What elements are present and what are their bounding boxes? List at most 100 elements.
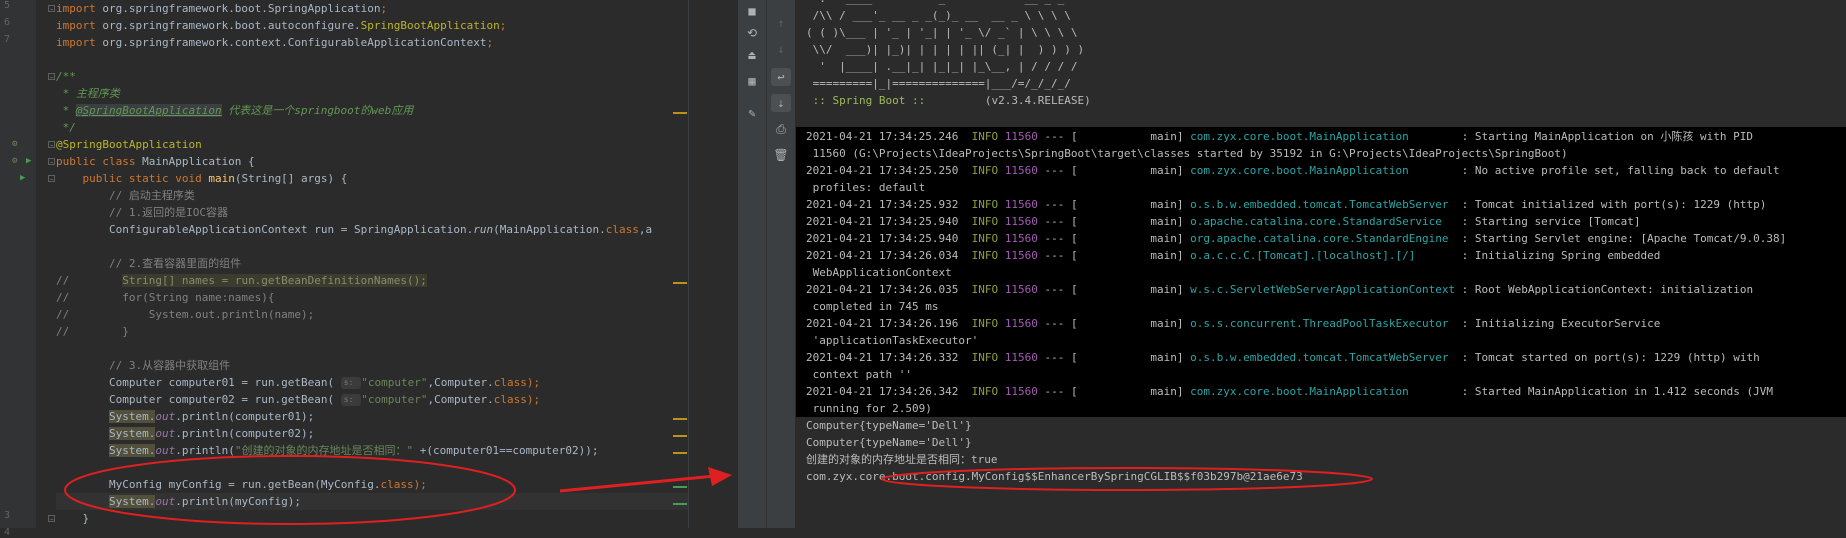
code-token: ;: [380, 2, 388, 15]
code-token: */: [56, 121, 76, 134]
spring-bean-icon[interactable]: ⚙: [12, 156, 17, 166]
code-line[interactable]: }: [56, 510, 688, 527]
log-logger: com.zyx.core.boot.MainApplication: [1190, 130, 1456, 143]
code-line[interactable]: // String[] names = run.getBeanDefinitio…: [56, 272, 688, 289]
trash-icon[interactable]: 🗑: [771, 146, 791, 164]
code-line[interactable]: [56, 51, 688, 68]
run-toolbar-left: ■ ⟲ ⏏ ▦ ✎: [738, 0, 767, 528]
fold-marker[interactable]: −: [48, 141, 55, 149]
log-level: INFO: [958, 317, 999, 330]
log-level: INFO: [958, 351, 999, 364]
log-timestamp: 2021-04-21 17:34:25.246: [806, 130, 959, 143]
code-line[interactable]: // System.out.println(name);: [56, 306, 688, 323]
code-line[interactable]: */: [56, 119, 688, 136]
code-line[interactable]: import org.springframework.context.Confi…: [56, 34, 688, 51]
code-line[interactable]: MyConfig myConfig = run.getBean(MyConfig…: [56, 476, 688, 493]
code-token: public class: [56, 155, 143, 168]
code-token: ,a: [638, 223, 653, 236]
log-message: : Initializing Spring embedded: [1455, 249, 1661, 262]
code-line[interactable]: System.out.println(computer02);: [56, 425, 688, 442]
fold-marker[interactable]: −: [48, 5, 55, 13]
spring-banner-line: . ____ _ __ _ _: [806, 0, 1064, 7]
code-line[interactable]: // }: [56, 323, 688, 340]
rerun-icon[interactable]: ⟲: [742, 24, 762, 42]
stop-icon[interactable]: ■: [742, 2, 762, 20]
scroll-to-end-icon[interactable]: ⇣: [771, 94, 791, 112]
pin-icon[interactable]: ✎: [742, 104, 762, 122]
code-token: );: [526, 376, 541, 389]
code-token: out: [155, 495, 176, 508]
code-line[interactable]: // 1.返回的是IOC容器: [56, 204, 688, 221]
code-line[interactable]: System.out.println(computer01);: [56, 408, 688, 425]
code-editor[interactable]: import org.springframework.boot.SpringAp…: [56, 0, 688, 528]
print-icon[interactable]: ⎙: [771, 120, 791, 138]
code-line[interactable]: import org.springframework.boot.SpringAp…: [56, 0, 688, 17]
line-number: 4: [3, 527, 10, 538]
code-token: // 3.从容器中获取组件: [56, 359, 231, 372]
log-timestamp: 2021-04-21 17:34:25.940: [806, 232, 959, 245]
log-timestamp: 2021-04-21 17:34:26.196: [806, 317, 959, 330]
info-marker: [673, 503, 687, 505]
log-line: 2021-04-21 17:34:25.246 INFO 11560 --- […: [806, 128, 1753, 145]
code-line[interactable]: // 3.从容器中获取组件: [56, 357, 688, 374]
down-arrow-icon[interactable]: ↓: [771, 40, 791, 58]
parameter-hint: s:: [340, 377, 362, 389]
warning-marker[interactable]: [673, 418, 687, 420]
code-token: ,Computer.: [427, 393, 494, 406]
error-stripe[interactable]: [688, 0, 738, 528]
fold-marker[interactable]: −: [48, 158, 55, 166]
code-line[interactable]: // for(String name:names){: [56, 289, 688, 306]
code-line[interactable]: import org.springframework.boot.autoconf…: [56, 17, 688, 34]
log-thread: --- [ main]: [1037, 351, 1191, 364]
code-line[interactable]: // 启动主程序类: [56, 187, 688, 204]
fold-marker[interactable]: −: [48, 175, 55, 183]
line-number: 5: [3, 0, 10, 11]
code-line[interactable]: /**: [56, 68, 688, 85]
log-message: : Starting service [Tomcat]: [1455, 215, 1641, 228]
code-line[interactable]: * @SpringBootApplication 代表这是一个springboo…: [56, 102, 688, 119]
code-token: .println(myConfig);: [175, 495, 302, 508]
code-line[interactable]: [56, 459, 688, 476]
log-message-continued: context path '': [806, 368, 912, 381]
warning-marker[interactable]: [673, 435, 687, 437]
log-level: INFO: [958, 249, 999, 262]
fold-marker[interactable]: −: [48, 515, 55, 523]
log-logger: com.zyx.core.boot.MainApplication: [1190, 164, 1456, 177]
run-gutter-icon[interactable]: ▶: [26, 156, 31, 166]
code-token: // 2.查看容器里面的组件: [56, 257, 242, 270]
code-line[interactable]: // 2.查看容器里面的组件: [56, 255, 688, 272]
code-token: // }: [56, 325, 129, 338]
banner-line: =========|_|==============|___/=/_/_/_/: [806, 77, 1071, 90]
layout-icon[interactable]: ▦: [742, 72, 762, 90]
code-line[interactable]: System.out.println("创建的对象的内存地址是否相同：" +(c…: [56, 442, 688, 459]
run-gutter-icon[interactable]: ▶: [20, 173, 25, 183]
warning-marker[interactable]: [673, 452, 687, 454]
code-line[interactable]: [56, 238, 688, 255]
exit-icon[interactable]: ⏏: [742, 46, 762, 64]
log-pid: 11560: [998, 249, 1038, 262]
up-arrow-icon[interactable]: ↑: [771, 14, 791, 32]
warning-marker[interactable]: [673, 282, 687, 284]
warning-marker[interactable]: [673, 112, 687, 114]
log-level: INFO: [958, 130, 999, 143]
code-line[interactable]: * 主程序类: [56, 85, 688, 102]
code-line[interactable]: Computer computer02 = run.getBean( s: "c…: [56, 391, 688, 408]
code-line[interactable]: System.out.println(myConfig);: [56, 493, 688, 510]
code-token: ;: [499, 19, 507, 32]
fold-marker[interactable]: −: [48, 73, 55, 81]
code-token: //: [56, 274, 123, 287]
run-console[interactable]: . ____ _ __ _ _ /\\ / ___'_ __ _ _(_)_ _…: [796, 0, 1846, 528]
code-line[interactable]: ConfigurableApplicationContext run = Spr…: [56, 221, 688, 238]
spring-bean-icon[interactable]: ⚙: [12, 139, 17, 149]
code-line[interactable]: public class MainApplication {: [56, 153, 688, 170]
log-thread: --- [ main]: [1037, 164, 1191, 177]
soft-wrap-icon[interactable]: ↩: [771, 68, 791, 86]
code-line[interactable]: @SpringBootApplication: [56, 136, 688, 153]
code-line[interactable]: [56, 340, 688, 357]
log-thread: --- [ main]: [1037, 130, 1191, 143]
code-line[interactable]: Computer computer01 = run.getBean( s: "c…: [56, 374, 688, 391]
log-pid: 11560: [998, 317, 1038, 330]
log-line: 2021-04-21 17:34:25.940 INFO 11560 --- […: [806, 213, 1641, 230]
code-line[interactable]: public static void main(String[] args) {: [56, 170, 688, 187]
log-message-continued: WebApplicationContext: [806, 266, 952, 279]
